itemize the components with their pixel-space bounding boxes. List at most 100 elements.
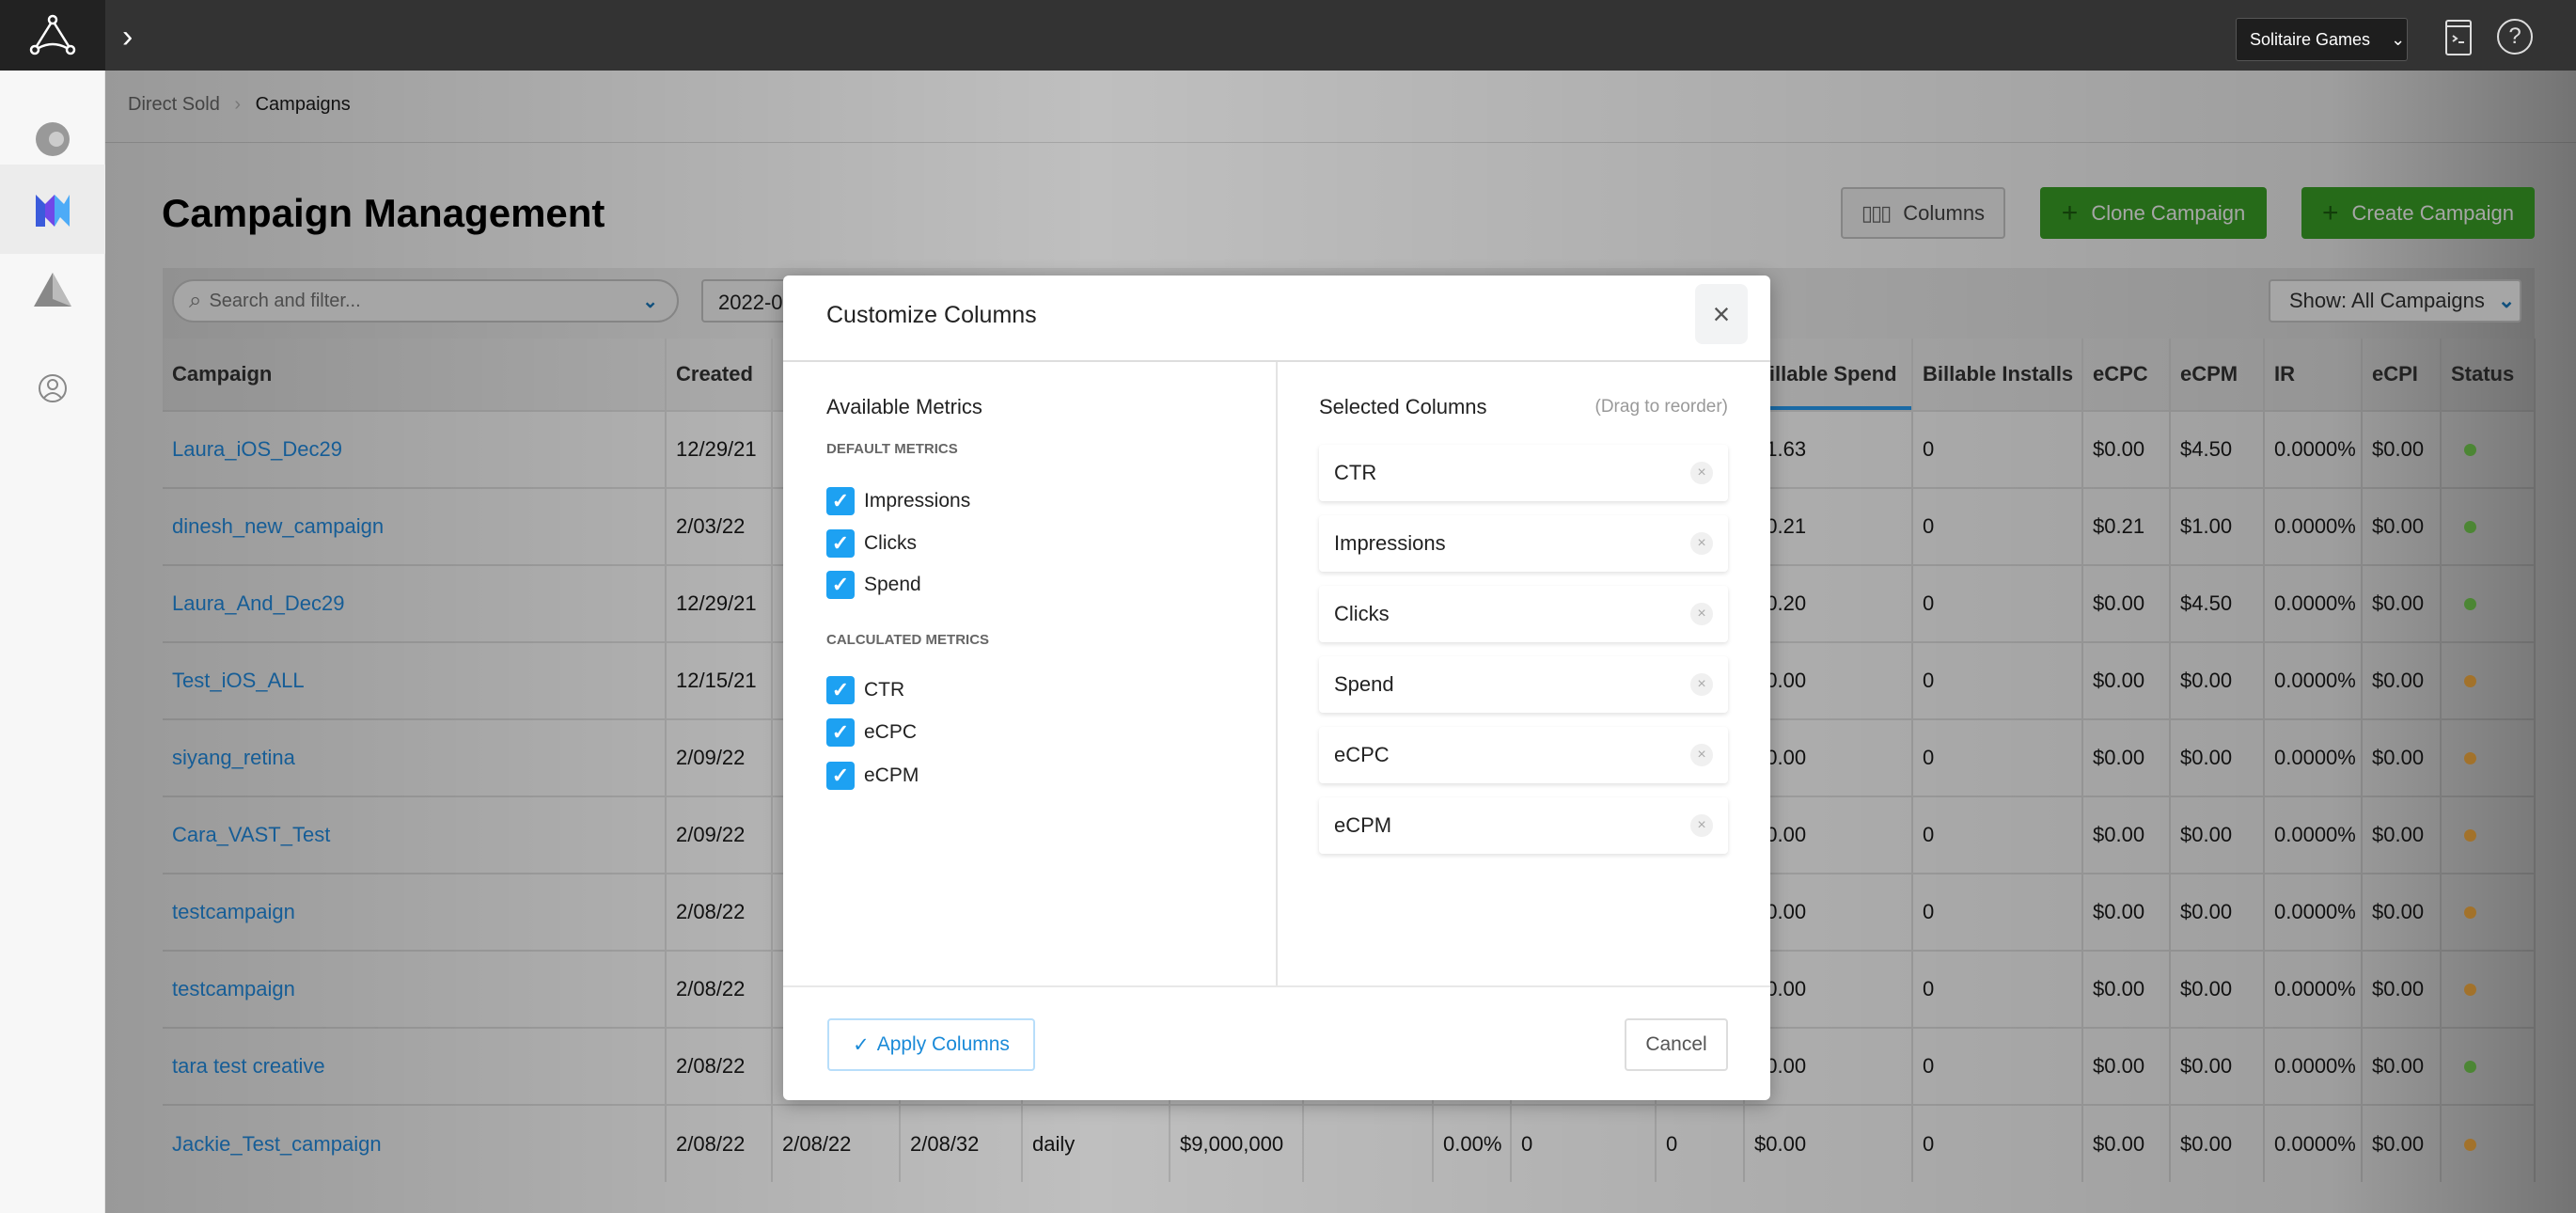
- table-cell: 0.0000%: [2264, 410, 2363, 488]
- selected-column-item[interactable]: eCPC ×: [1319, 727, 1728, 783]
- status-cell: [2441, 487, 2536, 565]
- plus-icon: +: [2061, 197, 2079, 228]
- show-filter-select[interactable]: Show: All Campaigns ⌄: [2269, 279, 2521, 323]
- close-icon[interactable]: ×: [1695, 284, 1748, 344]
- help-icon[interactable]: ?: [2497, 19, 2533, 55]
- selected-column-label: eCPM: [1334, 813, 1392, 837]
- column-header[interactable]: Status: [2441, 339, 2536, 411]
- column-header[interactable]: eCPC: [2082, 339, 2171, 411]
- table-cell: $0.00: [2362, 718, 2442, 796]
- metric-checkbox[interactable]: ✓ Spend: [826, 571, 921, 599]
- metric-checkbox[interactable]: ✓ eCPC: [826, 718, 917, 747]
- campaign-link[interactable]: testcampaign: [163, 950, 667, 1028]
- triangle-logo-icon: [34, 272, 71, 307]
- selected-column-item[interactable]: CTR ×: [1319, 445, 1728, 501]
- campaign-link[interactable]: siyang_retina: [163, 718, 667, 796]
- create-campaign-button[interactable]: + Create Campaign: [2301, 187, 2535, 239]
- selected-column-item[interactable]: Impressions ×: [1319, 515, 1728, 572]
- app-logo[interactable]: [0, 0, 105, 71]
- metric-checkbox[interactable]: ✓ Impressions: [826, 487, 970, 515]
- status-cell: [2441, 873, 2536, 951]
- account-selector[interactable]: Solitaire Games ⌄: [2236, 18, 2408, 61]
- column-header[interactable]: IR: [2264, 339, 2363, 411]
- selected-column-item[interactable]: Clicks ×: [1319, 586, 1728, 642]
- checkbox-checked-icon[interactable]: ✓: [826, 676, 855, 704]
- expand-sidebar-chevron-icon[interactable]: ›: [122, 19, 133, 55]
- table-cell: $0.00: [2362, 950, 2442, 1028]
- table-cell: $0.00: [2362, 564, 2442, 642]
- breadcrumb-direct-sold[interactable]: Direct Sold: [128, 94, 220, 115]
- column-header[interactable]: Billable Installs: [1912, 339, 2083, 411]
- checkbox-checked-icon[interactable]: ✓: [826, 571, 855, 599]
- table-cell: 2/03/22: [666, 487, 773, 565]
- remove-icon[interactable]: ×: [1690, 814, 1713, 837]
- check-icon: ✓: [853, 1033, 870, 1056]
- table-cell: $0.00: [2082, 873, 2171, 951]
- breadcrumb-current: Campaigns: [255, 94, 351, 115]
- campaign-link[interactable]: Cara_VAST_Test: [163, 796, 667, 874]
- table-cell: 2/08/22: [666, 950, 773, 1028]
- column-header[interactable]: Created: [666, 339, 773, 411]
- clone-campaign-button[interactable]: + Clone Campaign: [2040, 187, 2267, 239]
- campaign-link[interactable]: Laura_iOS_Dec29: [163, 410, 667, 488]
- sidebar-item-profile[interactable]: [0, 343, 105, 433]
- campaign-link[interactable]: Test_iOS_ALL: [163, 641, 667, 719]
- remove-icon[interactable]: ×: [1690, 673, 1713, 696]
- checkbox-checked-icon[interactable]: ✓: [826, 529, 855, 558]
- status-cell: [2441, 1104, 2536, 1182]
- search-input[interactable]: ⌕ Search and filter... ⌄: [172, 279, 679, 323]
- table-cell: 0: [1912, 950, 2083, 1028]
- table-cell: 0: [1912, 641, 2083, 719]
- remove-icon[interactable]: ×: [1690, 603, 1713, 625]
- status-cell: [2441, 410, 2536, 488]
- campaign-link[interactable]: Laura_And_Dec29: [163, 564, 667, 642]
- campaign-link[interactable]: Jackie_Test_campaign: [163, 1104, 667, 1182]
- selected-columns-heading: Selected Columns: [1319, 395, 1487, 418]
- status-cell: [2441, 718, 2536, 796]
- column-header[interactable]: eCPI: [2362, 339, 2442, 411]
- campaign-link[interactable]: dinesh_new_campaign: [163, 487, 667, 565]
- table-cell: $0.00: [2082, 718, 2171, 796]
- checkbox-checked-icon[interactable]: ✓: [826, 718, 855, 747]
- status-dot-active: [2464, 444, 2476, 456]
- table-cell: 2/09/22: [666, 718, 773, 796]
- table-cell: $0.00: [2082, 1104, 2171, 1182]
- table-cell: 0.0000%: [2264, 487, 2363, 565]
- apply-label: Apply Columns: [876, 1033, 1010, 1055]
- sidebar-item-triangle-app[interactable]: [0, 244, 105, 334]
- metric-checkbox[interactable]: ✓ Clicks: [826, 529, 917, 558]
- table-cell: $0.00: [2170, 1027, 2265, 1105]
- column-header[interactable]: Campaign: [163, 339, 667, 411]
- remove-icon[interactable]: ×: [1690, 532, 1713, 555]
- selected-column-item[interactable]: Spend ×: [1319, 656, 1728, 713]
- status-dot-active: [2464, 1061, 2476, 1073]
- metric-label: eCPM: [864, 764, 919, 786]
- breadcrumb: Direct Sold › Campaigns: [128, 94, 351, 116]
- table-cell: 0: [1912, 410, 2083, 488]
- remove-icon[interactable]: ×: [1690, 462, 1713, 484]
- terminal-icon[interactable]: [2444, 19, 2473, 61]
- metric-checkbox[interactable]: ✓ CTR: [826, 676, 904, 704]
- column-header[interactable]: eCPM: [2170, 339, 2265, 411]
- status-cell: [2441, 950, 2536, 1028]
- chevron-down-icon: ⌄: [2497, 289, 2516, 312]
- divider: [1276, 362, 1278, 986]
- remove-icon[interactable]: ×: [1690, 744, 1713, 766]
- table-cell: $0.00: [2170, 1104, 2265, 1182]
- available-metrics-heading: Available Metrics: [826, 395, 982, 418]
- top-bar: [0, 0, 2576, 71]
- sidebar-item-m-app[interactable]: [0, 165, 105, 254]
- table-cell: $0.00: [2362, 796, 2442, 874]
- metric-checkbox[interactable]: ✓ eCPM: [826, 762, 919, 790]
- checkbox-checked-icon[interactable]: ✓: [826, 762, 855, 790]
- selected-column-item[interactable]: eCPM ×: [1319, 797, 1728, 854]
- table-cell: 0.0000%: [2264, 1104, 2363, 1182]
- table-cell: $0.00: [2362, 487, 2442, 565]
- table-cell: daily: [1022, 1104, 1170, 1182]
- cancel-button[interactable]: Cancel: [1625, 1018, 1728, 1071]
- apply-columns-button[interactable]: ✓ Apply Columns: [827, 1018, 1035, 1071]
- checkbox-checked-icon[interactable]: ✓: [826, 487, 855, 515]
- campaign-link[interactable]: tara test creative: [163, 1027, 667, 1105]
- campaign-link[interactable]: testcampaign: [163, 873, 667, 951]
- columns-button[interactable]: ▯▯▯ Columns: [1841, 187, 2005, 239]
